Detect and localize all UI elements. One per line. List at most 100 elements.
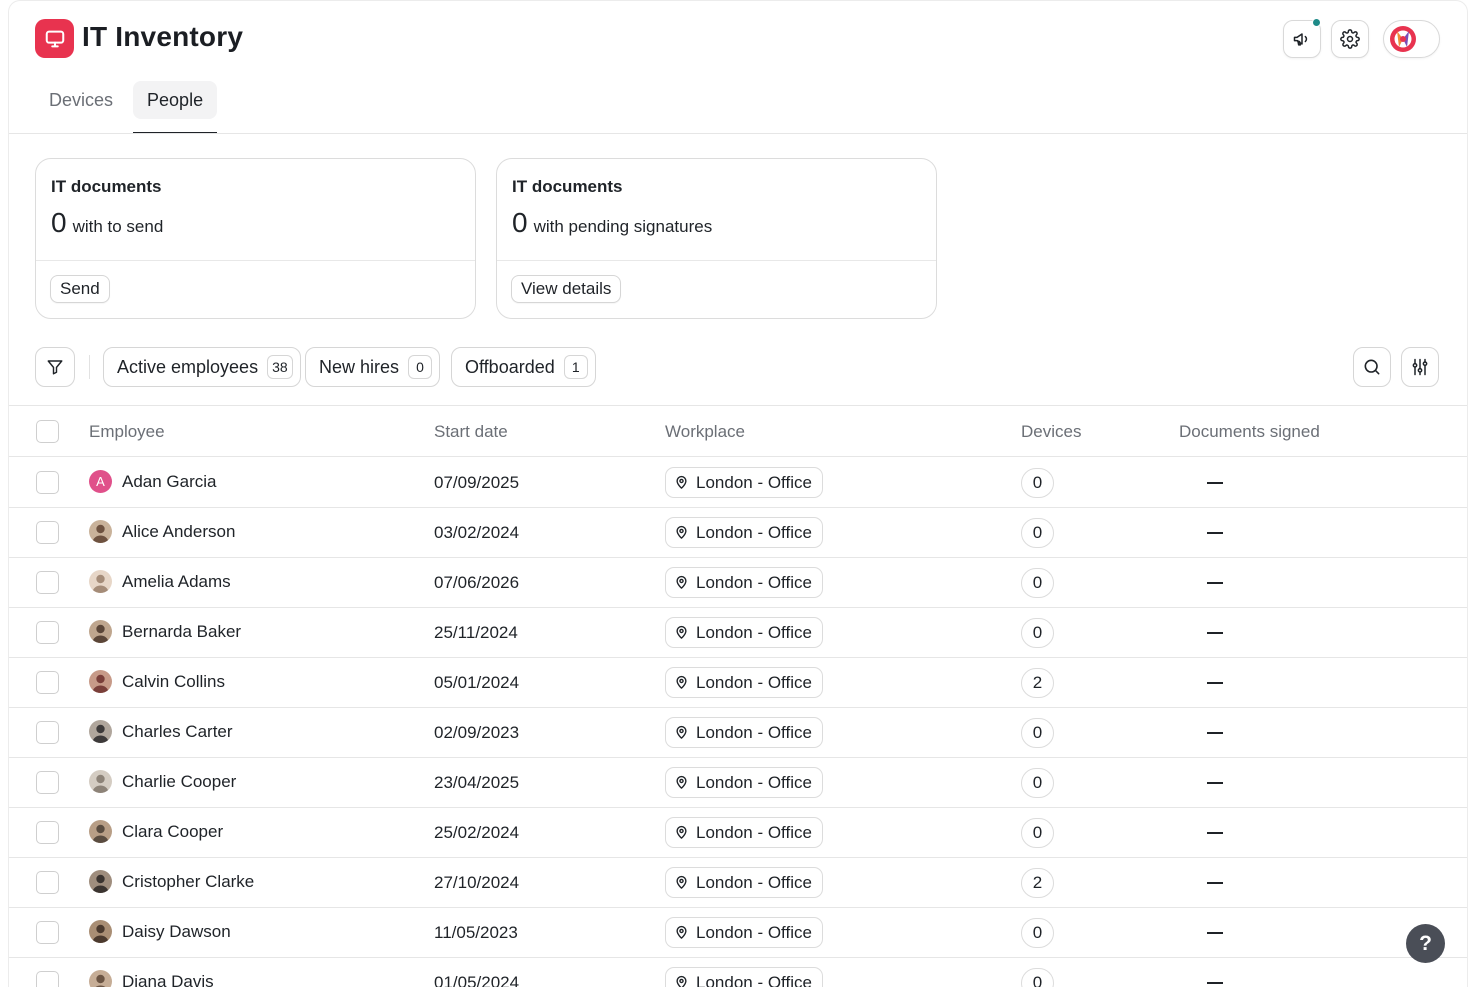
table-row[interactable]: Diana Davis01/05/2024London - Office0— bbox=[9, 958, 1467, 987]
row-checkbox[interactable] bbox=[36, 671, 59, 694]
employee-cell[interactable]: A Adan Garcia bbox=[89, 470, 217, 493]
table-row[interactable]: Alice Anderson 03/02/2024 London - Office 0… bbox=[9, 508, 1467, 558]
devices-count: 0 bbox=[1021, 518, 1054, 548]
table-row[interactable]: Charlie Cooper 23/04/2025 London - Office 0… bbox=[9, 758, 1467, 808]
table-row[interactable]: Calvin Collins 05/01/2024 London - Office 2… bbox=[9, 658, 1467, 708]
employee-name: Charles Carter bbox=[122, 721, 233, 741]
workplace-chip: London - Office bbox=[665, 767, 823, 798]
tab-bar: Devices People bbox=[35, 81, 218, 134]
employee-cell[interactable]: Alice Anderson bbox=[89, 520, 235, 543]
tabs-divider bbox=[9, 133, 1467, 134]
workplace-chip: London - Office bbox=[665, 717, 823, 748]
user-menu-button[interactable] bbox=[1383, 20, 1440, 58]
employee-cell[interactable]: Daisy Dawson bbox=[89, 920, 231, 943]
workplace-label: London - Office bbox=[696, 472, 812, 492]
devices-count: 0 bbox=[1021, 918, 1054, 948]
column-header-devices[interactable]: Devices bbox=[1021, 422, 1081, 442]
location-pin-icon bbox=[676, 525, 687, 539]
segment-count: 0 bbox=[408, 355, 433, 379]
location-pin-icon bbox=[676, 875, 687, 889]
settings-button[interactable] bbox=[1331, 20, 1369, 58]
card-count: 0 bbox=[51, 207, 67, 238]
employee-cell[interactable]: Clara Cooper bbox=[89, 820, 223, 843]
workplace-label: London - Office bbox=[696, 522, 812, 542]
row-checkbox[interactable] bbox=[36, 721, 59, 744]
row-checkbox[interactable] bbox=[36, 921, 59, 944]
select-all-checkbox[interactable] bbox=[36, 420, 59, 443]
table-row[interactable]: Cristopher Clarke 27/10/2024 London - Offi… bbox=[9, 858, 1467, 908]
segment-offboarded[interactable]: Offboarded 1 bbox=[451, 347, 596, 387]
workplace-label: London - Office bbox=[696, 872, 812, 892]
start-date: 11/05/2023 bbox=[434, 923, 518, 942]
column-header-documents-signed[interactable]: Documents signed bbox=[1179, 422, 1320, 442]
employee-cell[interactable]: Charlie Cooper bbox=[89, 770, 236, 793]
announcements-button[interactable] bbox=[1283, 18, 1321, 58]
workplace-chip: London - Office bbox=[665, 667, 823, 698]
row-checkbox[interactable] bbox=[36, 471, 59, 494]
card-divider bbox=[36, 260, 475, 261]
devices-count: 0 bbox=[1021, 718, 1054, 748]
employee-name: Calvin Collins bbox=[122, 671, 225, 691]
row-checkbox[interactable] bbox=[36, 571, 59, 594]
row-checkbox[interactable] bbox=[36, 971, 59, 987]
filter-button[interactable] bbox=[35, 347, 75, 387]
employee-name: Daisy Dawson bbox=[122, 921, 231, 941]
employee-cell[interactable]: Cristopher Clarke bbox=[89, 870, 254, 893]
table-row[interactable]: Clara Cooper25/02/2024London - Office0— bbox=[9, 808, 1467, 858]
employee-name: Bernarda Baker bbox=[122, 621, 242, 641]
documents-to-send-card: IT documents 0 with to send Send bbox=[35, 158, 476, 319]
avatar bbox=[89, 820, 112, 843]
workplace-chip: London - Office bbox=[665, 917, 823, 948]
documents-signed-empty bbox=[1207, 732, 1223, 734]
workplace-label: London - Office bbox=[696, 622, 812, 642]
workplace-label: London - Office bbox=[696, 672, 812, 692]
pending-signatures-card: IT documents 0 with pending signatures V… bbox=[496, 158, 937, 319]
workplace-label: London - Office bbox=[696, 822, 812, 842]
tab-devices[interactable]: Devices bbox=[35, 81, 127, 119]
start-date: 01/05/2024 bbox=[434, 973, 520, 987]
send-button[interactable]: Send bbox=[50, 275, 110, 303]
devices-count: 2 bbox=[1021, 868, 1054, 898]
avatar: A bbox=[89, 470, 112, 493]
start-date: 25/11/2024 bbox=[434, 623, 518, 642]
row-checkbox[interactable] bbox=[36, 821, 59, 844]
row-checkbox[interactable] bbox=[36, 621, 59, 644]
toolbar-divider bbox=[89, 355, 90, 379]
row-checkbox[interactable] bbox=[36, 521, 59, 544]
documents-signed-empty bbox=[1207, 682, 1223, 684]
column-settings-button[interactable] bbox=[1401, 347, 1439, 387]
column-header-workplace[interactable]: Workplace bbox=[665, 422, 745, 442]
column-header-start-date[interactable]: Start date bbox=[434, 422, 508, 442]
segment-active-employees[interactable]: Active employees 38 bbox=[103, 347, 301, 387]
search-button[interactable] bbox=[1353, 347, 1391, 387]
app-logo bbox=[35, 19, 74, 58]
documents-signed-empty bbox=[1207, 482, 1223, 484]
workplace-chip: London - Office bbox=[665, 867, 823, 898]
tab-people[interactable]: People bbox=[133, 81, 218, 134]
start-date: 03/02/2024 bbox=[434, 523, 520, 542]
devices-count: 0 bbox=[1021, 968, 1054, 987]
card-stat: 0 with pending signatures bbox=[512, 207, 712, 239]
employee-cell[interactable]: Amelia Adams bbox=[89, 570, 231, 593]
employee-cell[interactable]: Calvin Collins bbox=[89, 670, 225, 693]
view-details-button[interactable]: View details bbox=[511, 275, 622, 303]
employee-cell[interactable]: Bernarda Baker bbox=[89, 620, 241, 643]
table-row[interactable]: Charles Carter 02/09/2023 London - Office 0… bbox=[9, 708, 1467, 758]
table-row[interactable]: Bernarda Baker 25/11/2024 London - Office 0… bbox=[9, 608, 1467, 658]
table-row[interactable]: Daisy Dawson11/05/2023London - Office0— bbox=[9, 908, 1467, 958]
user-avatar bbox=[1390, 26, 1416, 52]
devices-count: 0 bbox=[1021, 468, 1054, 498]
employee-name: Adan Garcia bbox=[122, 471, 217, 491]
segment-new-hires[interactable]: New hires 0 bbox=[305, 347, 441, 387]
employee-cell[interactable]: Diana Davis bbox=[89, 970, 214, 987]
workplace-chip: London - Office bbox=[665, 817, 823, 848]
table-row[interactable]: AAdan Garcia07/09/2025London - Office0— bbox=[9, 458, 1467, 508]
location-pin-icon bbox=[676, 925, 687, 939]
employee-cell[interactable]: Charles Carter bbox=[89, 720, 233, 743]
row-checkbox[interactable] bbox=[36, 771, 59, 794]
column-header-employee[interactable]: Employee bbox=[89, 422, 165, 442]
row-checkbox[interactable] bbox=[36, 871, 59, 894]
help-button[interactable]: ? bbox=[1406, 924, 1445, 963]
table-row[interactable]: Amelia Adams07/06/2026London - Office0— bbox=[9, 558, 1467, 608]
table-body: AAdan Garcia07/09/2025London - Office0—A… bbox=[9, 458, 1467, 987]
